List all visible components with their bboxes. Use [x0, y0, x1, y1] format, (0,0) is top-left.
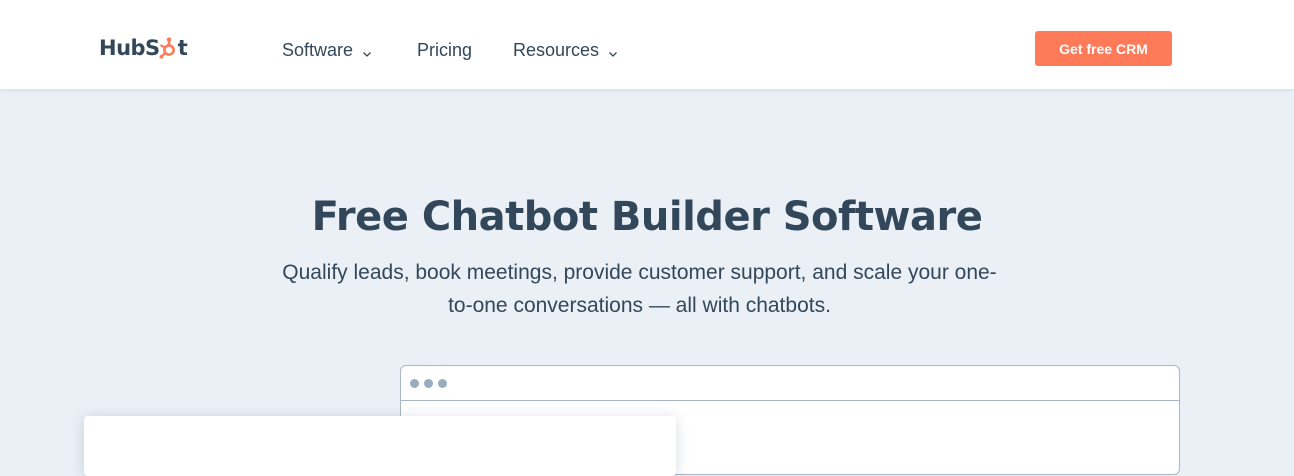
sprocket-icon [159, 37, 179, 59]
nav-item-resources[interactable]: Resources [513, 38, 619, 62]
nav-item-software[interactable]: Software [282, 38, 373, 62]
logo-text-left: HubS [99, 36, 160, 60]
window-dot-icon [438, 378, 447, 388]
browser-toolbar [401, 366, 1179, 401]
chat-preview-panel [84, 416, 676, 476]
chevron-down-icon [361, 44, 373, 57]
hero-subtitle: Qualify leads, book meetings, provide cu… [282, 261, 997, 317]
get-free-crm-button[interactable]: Get free CRM [1035, 31, 1172, 66]
page-title: Free Chatbot Builder Software [311, 194, 983, 240]
chevron-down-icon [607, 44, 619, 57]
nav-item-label: Pricing [417, 39, 473, 60]
logo-text-right: t [177, 36, 188, 60]
window-dot-icon [424, 378, 433, 388]
nav-item-label: Resources [513, 39, 600, 60]
top-navigation: HubS t Software Pricing Resources Get fr… [0, 0, 1294, 89]
hubspot-logo[interactable]: HubS t [99, 33, 188, 63]
window-dot-icon [410, 378, 419, 388]
nav-item-label: Software [282, 39, 354, 60]
nav-item-pricing[interactable]: Pricing [417, 38, 472, 62]
